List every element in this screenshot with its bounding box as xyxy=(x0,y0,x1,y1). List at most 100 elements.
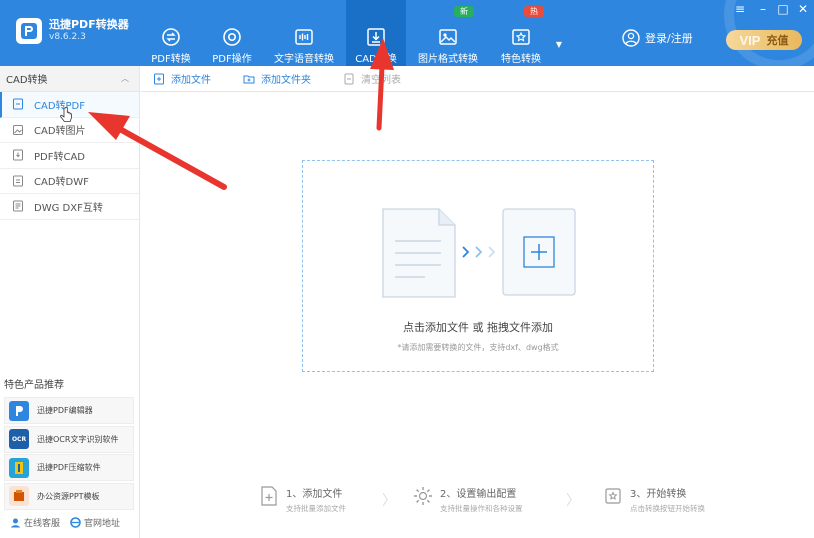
nav-label: PDF操作 xyxy=(212,54,252,65)
drop-sub-text: *请添加需要转换的文件，支持dxf、dwg格式 xyxy=(397,343,559,352)
website-link[interactable]: 官网地址 xyxy=(84,516,120,529)
special-icon xyxy=(512,29,530,45)
nav-image-convert[interactable]: 新 图片格式转换 xyxy=(406,0,490,66)
add-folder-label: 添加文件夹 xyxy=(261,75,311,86)
file-drop-zone[interactable]: 点击添加文件 或 拖拽文件添加 *请添加需要转换的文件，支持dxf、dwg格式 xyxy=(302,160,654,372)
nav-voice-convert[interactable]: 文字语音转换 xyxy=(262,0,346,66)
sidebar-item-pdf-to-cad[interactable]: PDF转CAD xyxy=(0,143,139,169)
file-icon xyxy=(13,200,23,212)
convert-icon xyxy=(605,488,621,504)
sidebar-item-dwg-dxf[interactable]: DWG DXF互转 xyxy=(0,194,139,220)
step-title: 2、设置输出配置 xyxy=(440,489,517,500)
main-nav: PDF转换 PDF操作 文字语音转换 CAD转换 新 图片格式转换 热 特色转换… xyxy=(140,0,562,66)
featured-ppt-template[interactable]: 办公资源PPT模板 xyxy=(4,482,134,510)
step-desc: 支持批量添加文件 xyxy=(286,504,346,513)
step-output-settings: 2、设置输出配置 支持批量操作和各种设置 xyxy=(412,485,523,514)
pdf-editor-icon xyxy=(9,400,29,421)
app-title: 迅捷PDF转换器 xyxy=(49,18,129,31)
sidebar-item-cad-to-dwf[interactable]: CAD转DWF xyxy=(0,169,139,194)
sidebar-footer: 在线客服 官网地址 xyxy=(10,516,120,529)
top-header: 迅捷PDF转换器 v8.6.2.3 PDF转换 PDF操作 文字语音转换 CAD… xyxy=(0,0,814,66)
ppt-icon xyxy=(9,486,29,506)
sidebar-section-header[interactable]: CAD转换 ︿ xyxy=(0,66,139,92)
featured-pdf-editor[interactable]: 迅捷PDF编辑器 xyxy=(4,397,134,424)
add-file-button[interactable]: 添加文件 xyxy=(153,71,211,86)
vip-text: VIP xyxy=(739,32,761,48)
step-title: 3、开始转换 xyxy=(630,489,687,500)
featured-list: 迅捷PDF编辑器 OCR 迅捷OCR文字识别软件 迅捷PDF压缩软件 办公资源P… xyxy=(4,397,134,511)
customer-service-icon xyxy=(11,518,20,528)
nav-label: CAD转换 xyxy=(355,54,397,65)
ocr-icon: OCR xyxy=(9,429,29,449)
add-folder-button[interactable]: 添加文件夹 xyxy=(243,71,311,86)
add-file-icon xyxy=(154,73,164,84)
featured-label: 迅捷OCR文字识别软件 xyxy=(37,434,119,444)
sidebar-item-label: CAD转图片 xyxy=(34,126,86,138)
pdf-convert-icon xyxy=(162,28,180,46)
add-folder-icon xyxy=(243,75,255,83)
chevron-right-icon: 〉 xyxy=(382,493,396,509)
minimize-icon[interactable]: – xyxy=(756,2,770,16)
nav-label: 图片格式转换 xyxy=(418,54,478,65)
featured-title: 特色产品推荐 xyxy=(4,380,64,391)
step-start-convert: 3、开始转换 点击转换按钮开始转换 xyxy=(602,485,705,514)
nav-special-convert[interactable]: 热 特色转换 ▼ xyxy=(490,0,562,66)
featured-pdf-compress[interactable]: 迅捷PDF压缩软件 xyxy=(4,454,134,481)
sidebar: CAD转换 ︿ CAD转PDF CAD转图片 PDF转CAD CAD转DWF D… xyxy=(0,66,140,538)
app-version: v8.6.2.3 xyxy=(49,32,86,42)
step-desc: 点击转换按钮开始转换 xyxy=(630,504,705,513)
dropdown-caret-icon[interactable]: ▼ xyxy=(556,40,562,49)
featured-label: 迅捷PDF编辑器 xyxy=(37,406,93,415)
featured-label: 办公资源PPT模板 xyxy=(37,491,100,501)
pdf-operate-icon xyxy=(223,28,241,46)
step-add-file: 1、添加文件 支持批量添加文件 xyxy=(258,485,346,514)
add-file-icon xyxy=(261,486,277,506)
featured-label: 迅捷PDF压缩软件 xyxy=(37,463,101,472)
new-badge: 新 xyxy=(454,6,474,17)
step-title: 1、添加文件 xyxy=(286,489,343,500)
vip-recharge-button[interactable]: VIP 充值 xyxy=(726,30,802,50)
image-file-icon xyxy=(13,124,23,135)
pdf-logo-icon xyxy=(21,23,37,39)
voice-icon xyxy=(295,29,313,45)
file-toolbar: 添加文件 添加文件夹 清空列表 xyxy=(141,66,814,92)
image-icon xyxy=(439,29,457,45)
nav-label: 文字语音转换 xyxy=(274,54,334,65)
login-label: 登录/注册 xyxy=(645,32,693,45)
clear-list-button[interactable]: 清空列表 xyxy=(343,71,401,86)
file-icon xyxy=(13,98,23,110)
sidebar-item-cad-to-pdf[interactable]: CAD转PDF xyxy=(0,92,139,118)
sidebar-item-label: DWG DXF互转 xyxy=(34,202,103,214)
app-logo xyxy=(16,18,42,44)
nav-pdf-operate[interactable]: PDF操作 xyxy=(202,0,262,66)
hot-badge: 热 xyxy=(524,6,544,17)
step-desc: 支持批量操作和各种设置 xyxy=(440,504,523,513)
close-icon[interactable]: ✕ xyxy=(796,2,810,16)
vip-label: 充值 xyxy=(766,34,789,47)
sidebar-item-label: CAD转DWF xyxy=(34,177,89,189)
nav-pdf-convert[interactable]: PDF转换 xyxy=(140,0,202,66)
drop-main-text: 点击添加文件 或 拖拽文件添加 xyxy=(403,321,553,334)
user-icon xyxy=(622,29,640,47)
menu-icon[interactable]: ≡ xyxy=(733,2,747,16)
nav-label: PDF转换 xyxy=(151,54,191,65)
clear-list-label: 清空列表 xyxy=(361,75,401,86)
clear-icon xyxy=(344,73,354,84)
sidebar-item-cad-to-image[interactable]: CAD转图片 xyxy=(0,118,139,143)
chevron-right-icon: 〉 xyxy=(566,493,580,509)
cad-convert-icon xyxy=(367,28,385,46)
sidebar-item-label: CAD转PDF xyxy=(34,100,86,112)
nav-cad-convert[interactable]: CAD转换 xyxy=(346,0,406,66)
add-file-label: 添加文件 xyxy=(171,75,211,86)
file-icon xyxy=(13,149,23,161)
sidebar-item-label: PDF转CAD xyxy=(34,151,86,163)
chevron-up-icon[interactable]: ︿ xyxy=(121,73,129,84)
featured-ocr[interactable]: OCR 迅捷OCR文字识别软件 xyxy=(4,425,134,453)
drop-illustration xyxy=(382,208,576,298)
maximize-icon[interactable]: □ xyxy=(776,2,790,16)
sidebar-section-title: CAD转换 xyxy=(6,75,48,86)
login-button[interactable]: 登录/注册 xyxy=(622,29,693,47)
online-service-link[interactable]: 在线客服 xyxy=(24,516,60,529)
steps-guide: 1、添加文件 支持批量添加文件 〉 2、设置输出配置 支持批量操作和各种设置 〉… xyxy=(258,485,738,515)
compress-icon xyxy=(9,457,29,478)
